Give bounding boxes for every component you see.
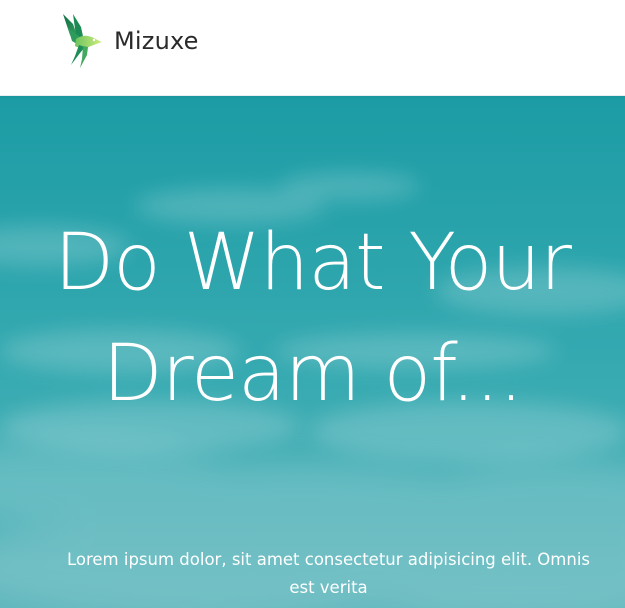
hero-description: Lorem ipsum dolor, sit amet consectetur …: [66, 550, 591, 597]
bird-icon: [63, 14, 102, 68]
landing-page: Mizuxe Do What Your Dream of... Lorem ip…: [0, 0, 625, 608]
brand-name: Mizuxe: [114, 27, 199, 55]
site-header: Mizuxe: [0, 0, 625, 96]
hero-section: Do What Your Dream of... Lorem ipsum dol…: [0, 96, 625, 608]
hero-title: Do What Your Dream of...: [54, 218, 572, 419]
brand-link[interactable]: Mizuxe: [60, 8, 199, 68]
hero-content: Do What Your Dream of... Lorem ipsum dol…: [0, 96, 625, 608]
